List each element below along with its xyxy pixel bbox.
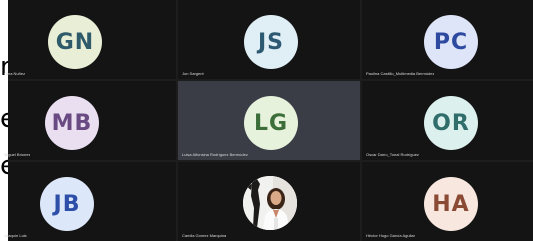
participant-tile[interactable]: PC Paulina Castillo_Multimedia Bermúdez [362, 0, 533, 79]
person-photo-icon [243, 176, 297, 230]
avatar-initials: OR [432, 110, 470, 136]
participant-name: Miguel Briones [4, 152, 31, 157]
participant-name: Luisa Alfonsina Rodríguez Bermúdez [182, 152, 248, 157]
avatar: MB [45, 96, 99, 150]
participant-name: Camila Gomez Marquina [182, 233, 227, 238]
avatar-initials: MB [51, 110, 93, 136]
avatar: HA [424, 177, 478, 231]
participant-name: Gina Nuñez [4, 71, 26, 76]
avatar-initials: HA [432, 191, 470, 217]
participant-name: Jon Sargent [182, 71, 204, 76]
avatar-initials: JS [257, 29, 285, 55]
avatar-initials: LG [253, 110, 289, 136]
participant-tile[interactable]: GN Gina Nuñez [4, 0, 176, 79]
participant-tile-video[interactable]: Camila Gomez Marquina [178, 162, 360, 241]
gallery-view: GN Gina Nuñez JS Jon Sargent PC Paulina … [4, 0, 533, 241]
avatar: JS [244, 15, 298, 69]
avatar-initials: GN [55, 29, 95, 55]
participant-name: Paulina Castillo_Multimedia Bermúdez [366, 71, 435, 76]
participant-name: Héctor Hugo García Aguilar [366, 233, 415, 238]
participant-tile[interactable]: JS Jon Sargent [178, 0, 360, 79]
participant-name: Joaquín Luis [4, 233, 27, 238]
participant-tile-active-speaker[interactable]: LG Luisa Alfonsina Rodríguez Bermúdez [178, 81, 360, 160]
avatar: PC [424, 15, 478, 69]
avatar: LG [244, 96, 298, 150]
participant-name: Oscar Darío_Tonal Rodríguez [366, 152, 419, 157]
participant-tile[interactable]: MB Miguel Briones [4, 81, 176, 160]
participant-tile[interactable]: OR Oscar Darío_Tonal Rodríguez [362, 81, 533, 160]
avatar-initials: JB [53, 191, 81, 217]
avatar: OR [424, 96, 478, 150]
participant-tile[interactable]: HA Héctor Hugo García Aguilar [362, 162, 533, 241]
participant-video [243, 176, 297, 230]
avatar: GN [48, 15, 102, 69]
avatar-initials: PC [433, 29, 469, 55]
avatar: JB [40, 177, 94, 231]
participant-tile[interactable]: JB Joaquín Luis [4, 162, 176, 241]
